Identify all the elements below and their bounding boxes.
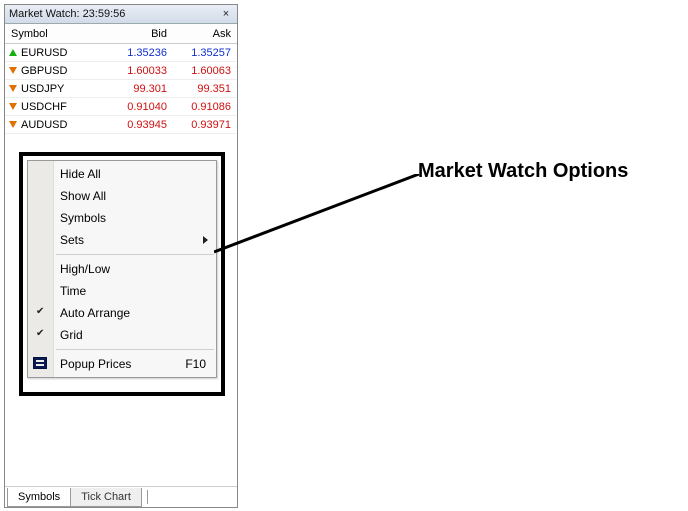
row-bid: 1.35236 xyxy=(109,47,171,59)
market-watch-titlebar: Market Watch: 23:59:56 × xyxy=(5,5,237,24)
table-row[interactable]: USDJPY 99.30199.351 xyxy=(5,80,237,98)
market-watch-rows: EURUSD 1.352361.35257 GBPUSD 1.600331.60063… xyxy=(5,44,237,134)
menu-label: Auto Arrange xyxy=(60,306,130,320)
annotation-connector-line xyxy=(214,174,424,254)
menu-label: Show All xyxy=(60,189,106,203)
menu-item-hide-all[interactable]: Hide All xyxy=(28,163,216,185)
row-symbol-text: USDCHF xyxy=(21,101,67,113)
menu-separator xyxy=(56,349,214,350)
column-header-ask[interactable]: Ask xyxy=(171,28,231,40)
row-symbol: EURUSD xyxy=(9,47,109,59)
table-row[interactable]: AUDUSD 0.939450.93971 xyxy=(5,116,237,134)
menu-label: Grid xyxy=(60,328,83,342)
menu-label: Popup Prices xyxy=(60,357,131,371)
row-ask: 99.351 xyxy=(171,83,231,95)
menu-label: Time xyxy=(60,284,86,298)
row-symbol-text: USDJPY xyxy=(21,83,64,95)
arrow-up-icon xyxy=(9,49,17,56)
row-bid: 1.60033 xyxy=(109,65,171,77)
arrow-down-icon xyxy=(9,121,17,128)
arrow-down-icon xyxy=(9,103,17,110)
title-prefix: Market Watch: xyxy=(9,8,83,20)
popup-prices-icon xyxy=(33,357,47,369)
menu-label: Sets xyxy=(60,233,84,247)
table-row[interactable]: GBPUSD 1.600331.60063 xyxy=(5,62,237,80)
column-header-symbol[interactable]: Symbol xyxy=(9,28,109,40)
check-icon: ✔ xyxy=(36,306,44,317)
tab-tick-chart[interactable]: Tick Chart xyxy=(70,488,142,507)
row-ask: 1.60063 xyxy=(171,65,231,77)
menu-separator xyxy=(56,254,214,255)
context-menu: Hide All Show All Symbols Sets High/Low … xyxy=(27,160,217,378)
row-symbol: USDCHF xyxy=(9,101,109,113)
row-bid: 0.91040 xyxy=(109,101,171,113)
row-symbol: GBPUSD xyxy=(9,65,109,77)
row-ask: 0.91086 xyxy=(171,101,231,113)
table-row[interactable]: EURUSD 1.352361.35257 xyxy=(5,44,237,62)
arrow-down-icon xyxy=(9,85,17,92)
bottom-tabs: Symbols Tick Chart xyxy=(5,486,237,507)
menu-item-auto-arrange[interactable]: ✔ Auto Arrange xyxy=(28,302,216,324)
menu-item-show-all[interactable]: Show All xyxy=(28,185,216,207)
row-symbol-text: AUDUSD xyxy=(21,119,67,131)
row-bid: 99.301 xyxy=(109,83,171,95)
submenu-arrow-icon xyxy=(203,236,208,244)
title-time: 23:59:56 xyxy=(83,8,126,20)
menu-item-symbols[interactable]: Symbols xyxy=(28,207,216,229)
row-bid: 0.93945 xyxy=(109,119,171,131)
market-watch-columns: Symbol Bid Ask xyxy=(5,24,237,44)
tab-end-divider xyxy=(147,490,148,504)
menu-shortcut: F10 xyxy=(185,357,206,371)
row-ask: 0.93971 xyxy=(171,119,231,131)
annotation-label: Market Watch Options xyxy=(418,160,628,183)
check-icon: ✔ xyxy=(36,328,44,339)
menu-label: Hide All xyxy=(60,167,101,181)
menu-item-popup-prices[interactable]: Popup Prices F10 xyxy=(28,353,216,375)
menu-label: Symbols xyxy=(60,211,106,225)
menu-label: High/Low xyxy=(60,262,110,276)
row-symbol: AUDUSD xyxy=(9,119,109,131)
market-watch-panel: Market Watch: 23:59:56 × Symbol Bid Ask … xyxy=(4,4,238,508)
row-symbol: USDJPY xyxy=(9,83,109,95)
menu-item-high-low[interactable]: High/Low xyxy=(28,258,216,280)
row-symbol-text: GBPUSD xyxy=(21,65,67,77)
row-ask: 1.35257 xyxy=(171,47,231,59)
table-row[interactable]: USDCHF 0.910400.91086 xyxy=(5,98,237,116)
menu-item-time[interactable]: Time xyxy=(28,280,216,302)
menu-item-grid[interactable]: ✔ Grid xyxy=(28,324,216,346)
tab-symbols[interactable]: Symbols xyxy=(7,488,71,507)
row-symbol-text: EURUSD xyxy=(21,47,67,59)
menu-item-sets[interactable]: Sets xyxy=(28,229,216,251)
close-icon[interactable]: × xyxy=(219,7,233,21)
market-watch-title: Market Watch: 23:59:56 xyxy=(9,8,219,20)
arrow-down-icon xyxy=(9,67,17,74)
column-header-bid[interactable]: Bid xyxy=(109,28,171,40)
